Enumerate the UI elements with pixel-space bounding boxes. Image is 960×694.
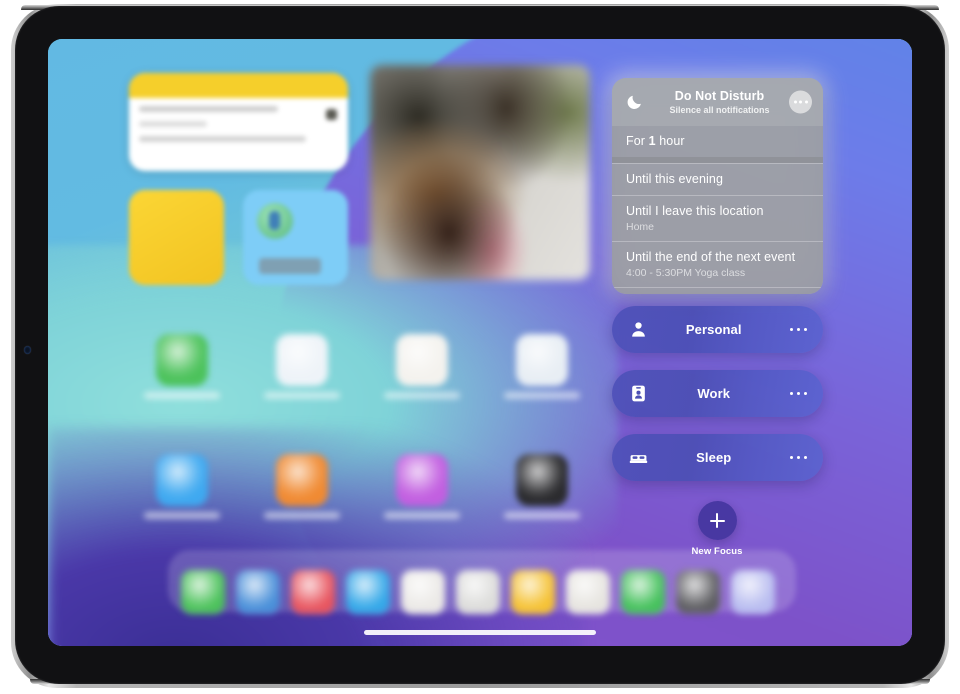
dock-icon-10[interactable] xyxy=(676,570,720,614)
dnd-option-until-end-of-event[interactable]: Until the end of the next event 4:00 - 5… xyxy=(612,241,823,287)
app-icon-label xyxy=(264,512,340,519)
app-icon-dark[interactable] xyxy=(516,454,568,506)
dock-icon-11[interactable] xyxy=(731,570,775,614)
app-icon-blue[interactable] xyxy=(276,334,328,386)
dock-icon-1[interactable] xyxy=(181,570,225,614)
app-icon-green[interactable] xyxy=(156,334,208,386)
blue-widget[interactable] xyxy=(243,190,348,285)
app-icon-label xyxy=(384,512,460,519)
notes-line xyxy=(139,106,279,112)
dock-icon-6[interactable] xyxy=(456,570,500,614)
app-icon-multi[interactable] xyxy=(516,334,568,386)
dock-icon-3[interactable] xyxy=(291,570,335,614)
new-focus-button[interactable]: New Focus xyxy=(683,501,751,557)
focus-personal-button[interactable]: Personal xyxy=(612,306,823,353)
focus-work-more-button[interactable] xyxy=(789,391,807,396)
focus-sleep-label: Sleep xyxy=(696,450,732,465)
dock-icon-2[interactable] xyxy=(236,570,280,614)
front-camera-icon xyxy=(24,346,31,354)
ellipsis-dot xyxy=(789,391,793,396)
notes-widget[interactable] xyxy=(129,73,348,171)
moon-icon xyxy=(627,95,641,109)
notes-line xyxy=(139,121,207,127)
dnd-more-button[interactable] xyxy=(789,90,812,114)
ellipsis-dot xyxy=(803,327,807,332)
notes-widget-header xyxy=(129,73,348,98)
ellipsis-dot xyxy=(804,100,808,104)
dock-icon-9[interactable] xyxy=(621,570,665,614)
dnd-option-label: Until the end of the next event xyxy=(626,250,796,264)
app-icon-orange[interactable] xyxy=(276,454,328,506)
focus-sleep-button[interactable]: Sleep xyxy=(612,434,823,481)
dnd-option-label: Until this evening xyxy=(626,172,723,186)
home-indicator[interactable] xyxy=(364,630,596,635)
dnd-settings-button[interactable]: Settings xyxy=(612,287,823,294)
tablet-screen: Do Not Disturb Silence all notifications… xyxy=(48,39,912,646)
dnd-option-detail: 4:00 - 5:30PM Yoga class xyxy=(626,267,746,279)
ellipsis-dot xyxy=(789,455,793,460)
ellipsis-dot xyxy=(789,327,793,332)
app-icon-label xyxy=(384,392,460,399)
photo-widget[interactable] xyxy=(370,65,590,280)
ellipsis-dot xyxy=(793,100,797,104)
ellipsis-dot xyxy=(796,327,800,332)
ellipsis-dot xyxy=(803,455,807,460)
screenshot-root: Do Not Disturb Silence all notifications… xyxy=(0,0,960,694)
dnd-option-label: Until I leave this location xyxy=(626,204,764,218)
focus-sleep-more-button[interactable] xyxy=(789,455,807,460)
focus-personal-more-button[interactable] xyxy=(789,327,807,332)
new-focus-label: New Focus xyxy=(691,546,743,557)
app-icon-purple[interactable] xyxy=(396,454,448,506)
dnd-option-until-this-evening[interactable]: Until this evening xyxy=(612,163,823,195)
dock-icon-7[interactable] xyxy=(511,570,555,614)
app-icon-label xyxy=(504,512,580,519)
ellipsis-dot xyxy=(803,391,807,396)
new-focus-circle[interactable] xyxy=(697,501,737,540)
app-icon-label xyxy=(504,392,580,399)
blue-widget-glyph xyxy=(269,211,280,230)
focus-personal-label: Personal xyxy=(685,322,742,337)
dnd-option-label: For 1 hour xyxy=(626,134,685,148)
blue-widget-label xyxy=(259,258,321,274)
app-icon-label xyxy=(144,512,220,519)
ellipsis-dot xyxy=(796,391,800,396)
app-icon-label xyxy=(144,392,220,399)
focus-work-button[interactable]: Work xyxy=(612,370,823,417)
dock-icon-8[interactable] xyxy=(566,570,610,614)
dnd-option-for-1-hour[interactable]: For 1 hour xyxy=(612,126,823,157)
notes-widget-body xyxy=(129,98,348,142)
dnd-option-detail: Home xyxy=(626,221,655,233)
dnd-panel-header[interactable]: Do Not Disturb Silence all notifications xyxy=(612,78,823,126)
dock-icon-5[interactable] xyxy=(401,570,445,614)
app-icon-label xyxy=(264,392,340,399)
do-not-disturb-panel: Do Not Disturb Silence all notifications… xyxy=(612,78,823,294)
notes-widget-thumb xyxy=(326,109,337,120)
dock-icon-4[interactable] xyxy=(346,570,390,614)
yellow-widget[interactable] xyxy=(129,190,224,285)
focus-work-label: Work xyxy=(697,386,731,401)
plus-icon xyxy=(709,513,725,528)
ellipsis-dot xyxy=(796,455,800,460)
dnd-option-until-i-leave-location[interactable]: Until I leave this location Home xyxy=(612,195,823,241)
app-icon-white[interactable] xyxy=(396,334,448,386)
ellipsis-dot xyxy=(799,100,802,104)
app-icon-skyblue[interactable] xyxy=(156,454,208,506)
notes-line xyxy=(139,136,307,142)
